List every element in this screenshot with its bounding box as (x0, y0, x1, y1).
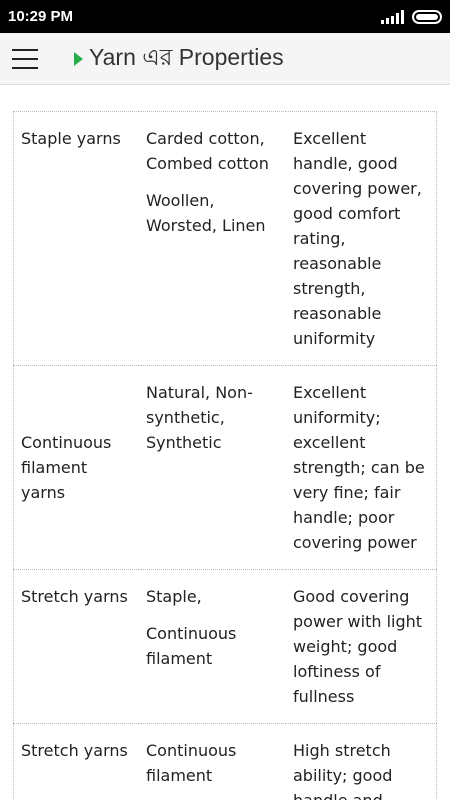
status-time: 10:29 PM (8, 8, 74, 25)
yarn-examples-cell: Staple, Continuous filament (139, 569, 286, 724)
yarn-properties-cell: Excellent uniformity; excellent strength… (286, 365, 437, 570)
yarn-example-text: Continuous filament (146, 741, 237, 785)
yarn-properties-cell: Good covering power with light weight; g… (286, 569, 437, 724)
status-icons (381, 9, 442, 24)
signal-icon (381, 9, 404, 24)
yarn-properties-text: Excellent uniformity; excellent strength… (293, 383, 425, 552)
yarn-example-text: Staple, (146, 587, 202, 606)
table-row: Continuous filament yarns Natural, Non-s… (13, 365, 437, 570)
yarn-type-cell: Continuous filament yarns (13, 365, 139, 570)
yarn-type-text: Continuous filament yarns (21, 433, 112, 502)
yarn-example-text: Woollen, Worsted, Linen (146, 191, 266, 235)
yarn-properties-cell: High stretch ability; good handle and (286, 723, 437, 800)
yarn-type-text: Stretch yarns (21, 741, 128, 760)
yarn-type-cell: Stretch yarns (13, 569, 139, 724)
yarn-properties-cell: Excellent handle, good covering power, g… (286, 111, 437, 366)
yarn-examples-cell: Natural, Non-synthetic, Synthetic (139, 365, 286, 570)
yarn-example-text: Carded cotton, Combed cotton (146, 129, 269, 173)
yarn-properties-table: Staple yarns Carded cotton, Combed cotto… (13, 111, 437, 800)
yarn-examples-cell: Continuous filament (139, 723, 286, 800)
yarn-properties-table-container[interactable]: Staple yarns Carded cotton, Combed cotto… (13, 111, 437, 800)
status-bar: 10:29 PM (0, 0, 450, 33)
yarn-example-text: Natural, Non-synthetic, Synthetic (146, 383, 253, 452)
yarn-type-text: Staple yarns (21, 129, 121, 148)
yarn-type-text: Stretch yarns (21, 587, 128, 606)
yarn-properties-text: Good covering power with light weight; g… (293, 587, 423, 706)
battery-icon (412, 9, 442, 24)
yarn-examples-cell: Carded cotton, Combed cotton Woollen, Wo… (139, 111, 286, 366)
play-arrow-icon (74, 51, 83, 66)
yarn-type-cell: Staple yarns (13, 111, 139, 366)
app-bar: Yarn এর Properties (0, 33, 450, 85)
yarn-type-cell: Stretch yarns (13, 723, 139, 800)
table-row: Staple yarns Carded cotton, Combed cotto… (13, 111, 437, 366)
yarn-properties-text: High stretch ability; good handle and (293, 741, 393, 800)
page-title: Yarn এর Properties (89, 44, 284, 70)
yarn-properties-text: Excellent handle, good covering power, g… (293, 129, 422, 348)
yarn-example-text: Continuous filament (146, 624, 237, 668)
table-row: Stretch yarns Staple, Continuous filamen… (13, 569, 437, 724)
hamburger-menu-icon[interactable] (12, 48, 38, 69)
table-row: Stretch yarns Continuous filament High s… (13, 723, 437, 800)
